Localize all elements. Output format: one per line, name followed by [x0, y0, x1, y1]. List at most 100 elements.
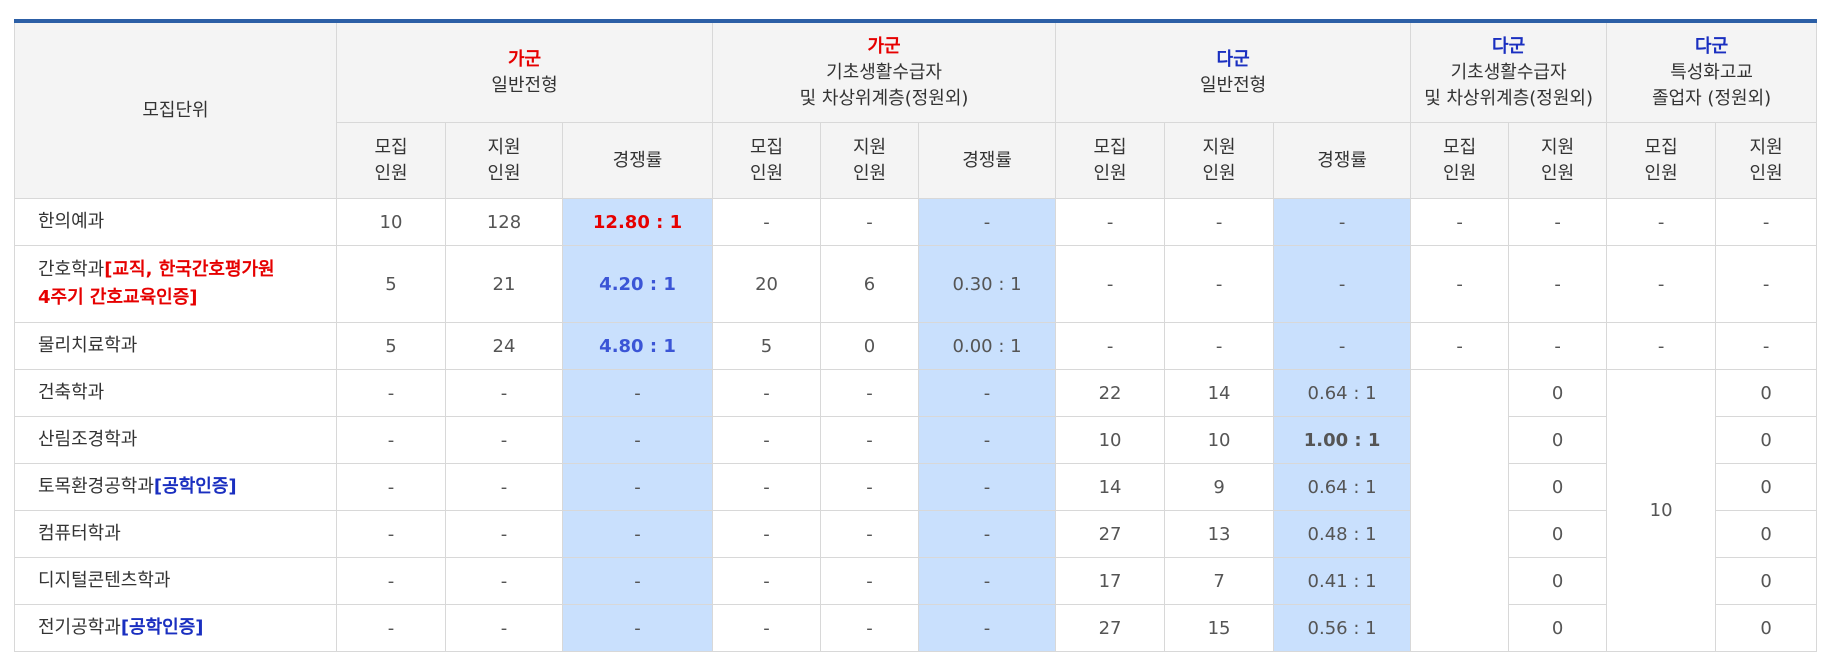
gun-label: 가군 [867, 35, 901, 57]
cell-b-rec: - [712, 369, 822, 417]
cell-unit-name: 디지털콘텐츠학과 [14, 557, 337, 605]
cell-value: - [1215, 273, 1223, 295]
group-line2: 및 차상위계층(정원외) [1424, 87, 1593, 109]
cell-c-rate: - [1273, 322, 1412, 370]
cell-d-app: 0 [1508, 510, 1608, 558]
cell-a-rate: - [561, 369, 714, 417]
header-group-ga-general: 가군 일반전형 [335, 20, 714, 123]
header-col-line2: 인원 [1443, 162, 1477, 184]
header-col-line1: 모집 [749, 136, 784, 158]
header-col-line1: 지원 [1202, 136, 1236, 158]
cell-c-rec: 27 [1055, 510, 1166, 558]
cell-value: - [1762, 211, 1770, 233]
header-group-da-basic: 다군 기초생활수급자 및 차상위계층(정원외) [1410, 20, 1608, 123]
cell-value: 0 [1551, 476, 1564, 498]
cell-value: - [634, 429, 641, 451]
cell-b-rate: - [918, 510, 1057, 558]
cell-value: - [1106, 273, 1114, 295]
cell-b-rec: - [712, 510, 822, 558]
cell-e-app: 0 [1715, 604, 1818, 652]
cell-c-app: 15 [1164, 604, 1275, 652]
cell-value: - [763, 570, 770, 592]
cell-c-rate: 0.56 : 1 [1273, 604, 1412, 652]
cell-value: - [763, 382, 770, 404]
cell-d-app: - [1508, 198, 1608, 246]
gun-label: 다군 [1216, 48, 1250, 70]
cell-value: - [983, 429, 991, 451]
cell-value: 0 [1551, 617, 1564, 639]
cell-value: - [1554, 335, 1561, 357]
cell-value: - [1456, 335, 1463, 357]
cell-c-rate: 0.64 : 1 [1273, 463, 1412, 511]
cell-unit-name: 컴퓨터학과 [14, 510, 337, 558]
cell-d-app: 0 [1508, 604, 1608, 652]
cell-a-rec: 5 [336, 245, 446, 323]
cell-e-app: 0 [1715, 463, 1818, 511]
cell-value: 10 [379, 211, 403, 233]
cell-value: 12.80 : 1 [592, 211, 683, 233]
group-line2: 졸업자 (정원외) [1652, 87, 1772, 109]
cell-value: - [634, 476, 641, 498]
header-col-line2: 인원 [487, 162, 521, 184]
table-row: 컴퓨터학과 - - - - - - 27 13 0.48 : 1 0 0 [14, 510, 1818, 558]
cell-value: 0.00 : 1 [952, 335, 1022, 357]
cell-value: - [387, 429, 395, 451]
cell-b-rec: - [712, 604, 822, 652]
cell-b-app: - [820, 463, 920, 511]
cell-value: 0.48 : 1 [1307, 523, 1377, 545]
cell-value: - [1762, 335, 1770, 357]
header-col-line1: 모집 [1644, 136, 1678, 158]
cell-value: 15 [1207, 617, 1231, 639]
table-row: 디지털콘텐츠학과 - - - - - - 17 7 0.41 : 1 0 0 [14, 557, 1818, 605]
header-col-apply: 지원 인원 [1164, 122, 1275, 199]
header-col-recruit: 모집 인원 [336, 122, 446, 199]
cell-value: 22 [1098, 382, 1122, 404]
cell-a-rate: - [561, 604, 714, 652]
cell-c-rate: - [1273, 198, 1412, 246]
cell-value: - [1338, 335, 1346, 357]
header-row-groups: 모집단위 가군 일반전형 가군 기초생활수급자 및 차상위계층(정원외) 다군 … [14, 20, 1818, 199]
cell-value: 14 [1098, 476, 1122, 498]
cell-value: - [763, 523, 770, 545]
cell-b-app: - [820, 198, 920, 246]
cell-value: - [866, 211, 873, 233]
cell-value: - [1554, 273, 1561, 295]
cell-a-rec: - [336, 416, 446, 464]
cell-a-rate: - [561, 510, 714, 558]
header-unit: 모집단위 [14, 20, 337, 199]
header-col-rate: 경쟁률 [561, 122, 714, 199]
header-col-line2: 인원 [1093, 162, 1127, 184]
unit-name: 전기공학과 [38, 617, 121, 638]
cell-value: 9 [1213, 476, 1225, 498]
cell-value: 27 [1098, 617, 1122, 639]
cell-c-rate: 0.48 : 1 [1273, 510, 1412, 558]
cell-value: 24 [492, 335, 516, 357]
cell-value: 14 [1207, 382, 1231, 404]
cell-a-app: 21 [445, 245, 563, 323]
header-col-line1: 지원 [1541, 136, 1575, 158]
cell-unit-name: 건축학과 [14, 369, 337, 417]
cell-value: - [387, 382, 395, 404]
cell-value: - [1657, 273, 1665, 295]
cell-e-app: 0 [1715, 510, 1818, 558]
cell-a-rec: - [336, 604, 446, 652]
cell-value: 5 [385, 273, 397, 295]
cell-value: - [983, 476, 991, 498]
cell-d-app: 0 [1508, 416, 1608, 464]
cell-e-app: - [1715, 245, 1818, 323]
cell-d-rec: - [1410, 322, 1510, 370]
header-col-line1: 지원 [852, 136, 887, 158]
unit-name: 컴퓨터학과 [38, 523, 121, 544]
table-row: 물리치료학과 5 24 4.80 : 1 5 0 0.00 : 1 - - - - - - - [14, 322, 1818, 370]
header-col-rate: 경쟁률 [1273, 122, 1412, 199]
cell-value: 0.56 : 1 [1307, 617, 1377, 639]
table-row: 전기공학과[공학인증] - - - - - - 27 15 0.56 : 1 0 0 [14, 604, 1818, 652]
header-col-apply: 지원 인원 [820, 122, 920, 199]
cell-a-app: - [445, 463, 563, 511]
cell-value: - [983, 617, 991, 639]
unit-name: 건축학과 [38, 382, 105, 403]
cell-unit-name: 산림조경학과 [14, 416, 337, 464]
header-col-rate: 경쟁률 [918, 122, 1057, 199]
cell-d-app: 0 [1508, 369, 1608, 417]
cell-d-rec-merged [1410, 369, 1510, 652]
